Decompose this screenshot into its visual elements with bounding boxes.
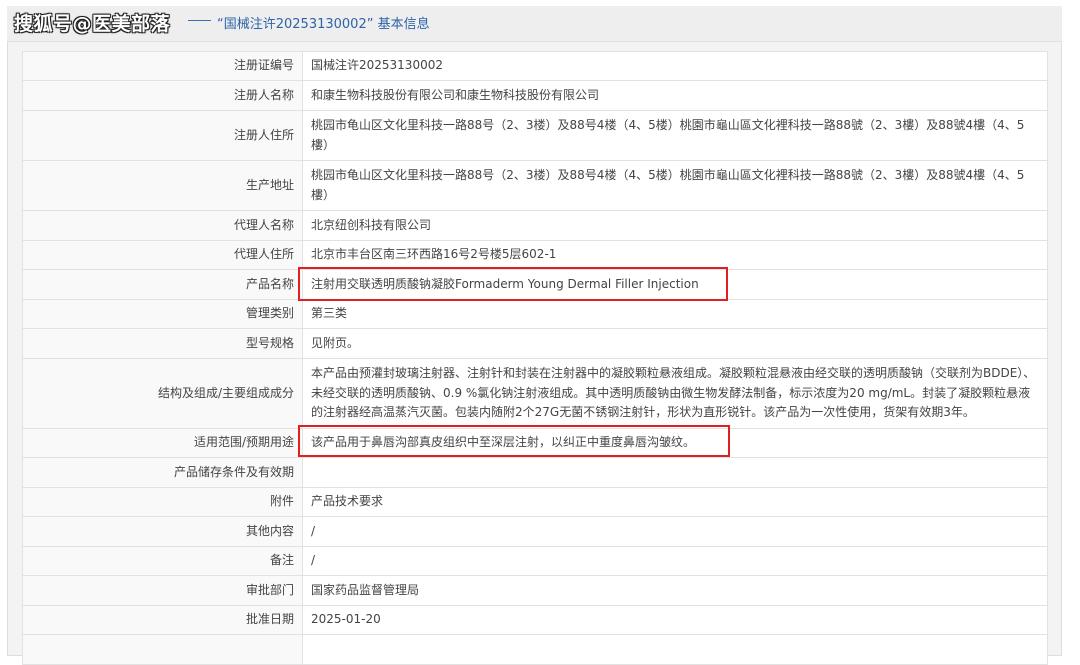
title-dash	[188, 20, 211, 21]
field-label-approval-dept: 审批部门	[22, 575, 303, 606]
field-label-blank	[22, 634, 303, 665]
field-label-composition: 结构及组成/主要组成成分	[22, 358, 303, 429]
field-label-registration-number: 注册证编号	[22, 51, 303, 81]
table-row: 产品储存条件及有效期	[22, 457, 1048, 488]
field-value-approval-dept: 国家药品监督管理局	[302, 575, 1048, 606]
table-row: 批准日期 2025-01-20	[22, 605, 1048, 635]
field-value-composition: 本产品由预灌封玻璃注射器、注射针和封装在注射器中的凝胶颗粒悬液组成。凝胶颗粒混悬…	[302, 358, 1048, 429]
field-label-other: 其他内容	[22, 516, 303, 547]
field-value-product-name: 注射用交联透明质酸钠凝胶Formaderm Young Dermal Fille…	[302, 269, 1048, 300]
field-label-management-class: 管理类别	[22, 299, 303, 329]
table-row: 代理人住所 北京市丰台区南三环西路16号2号楼5层602-1	[22, 240, 1048, 270]
table-row: 产品名称 注射用交联透明质酸钠凝胶Formaderm Young Dermal …	[22, 269, 1048, 300]
field-value-other: /	[302, 516, 1048, 547]
table-row: 型号规格 见附页。	[22, 328, 1048, 359]
field-value-remarks: /	[302, 546, 1048, 576]
field-value-approval-date: 2025-01-20	[302, 605, 1048, 635]
table-row: 附件 产品技术要求	[22, 487, 1048, 517]
registration-info-table: 注册证编号 国械注许20253130002 注册人名称 和康生物科技股份有限公司…	[22, 51, 1048, 665]
field-label-remarks: 备注	[22, 546, 303, 576]
field-value-management-class: 第三类	[302, 299, 1048, 329]
table-row: 适用范围/预期用途 该产品用于鼻唇沟部真皮组织中至深层注射，以纠正中重度鼻唇沟皱…	[22, 428, 1048, 458]
field-label-registrant-name: 注册人名称	[22, 80, 303, 111]
field-value-registrant-address: 桃园市龟山区文化里科技一路88号（2、3楼）及88号4楼（4、5楼）桃園市龜山區…	[302, 110, 1048, 161]
field-value-attachment: 产品技术要求	[302, 487, 1048, 517]
table-row: 代理人名称 北京纽创科技有限公司	[22, 210, 1048, 241]
field-label-attachment: 附件	[22, 487, 303, 517]
field-value-agent-name: 北京纽创科技有限公司	[302, 210, 1048, 241]
table-row: 结构及组成/主要组成成分 本产品由预灌封玻璃注射器、注射针和封装在注射器中的凝胶…	[22, 358, 1048, 429]
table-row: 其他内容 /	[22, 516, 1048, 547]
field-label-model-spec: 型号规格	[22, 328, 303, 359]
field-label-intended-use: 适用范围/预期用途	[22, 428, 303, 458]
field-label-production-address: 生产地址	[22, 160, 303, 211]
table-row: 注册人名称 和康生物科技股份有限公司和康生物科技股份有限公司	[22, 80, 1048, 111]
table-row: 审批部门 国家药品监督管理局	[22, 575, 1048, 606]
table-row	[22, 634, 1048, 665]
field-label-storage: 产品储存条件及有效期	[22, 457, 303, 488]
table-row: 管理类别 第三类	[22, 299, 1048, 329]
field-label-product-name: 产品名称	[22, 269, 303, 300]
table-row: 注册人住所 桃园市龟山区文化里科技一路88号（2、3楼）及88号4楼（4、5楼）…	[22, 110, 1048, 161]
field-value-agent-address: 北京市丰台区南三环西路16号2号楼5层602-1	[302, 240, 1048, 270]
table-row: 注册证编号 国械注许20253130002	[22, 51, 1048, 81]
field-label-registrant-address: 注册人住所	[22, 110, 303, 161]
field-value-model-spec: 见附页。	[302, 328, 1048, 359]
watermark-logo: 搜狐号@医美部落	[14, 13, 171, 35]
field-value-blank	[302, 634, 1048, 665]
field-label-agent-address: 代理人住所	[22, 240, 303, 270]
field-value-registration-number: 国械注许20253130002	[302, 51, 1048, 81]
field-value-intended-use: 该产品用于鼻唇沟部真皮组织中至深层注射，以纠正中重度鼻唇沟皱纹。	[302, 428, 1048, 458]
field-value-storage	[302, 457, 1048, 488]
table-row: 备注 /	[22, 546, 1048, 576]
field-value-production-address: 桃园市龟山区文化里科技一路88号（2、3楼）及88号4楼（4、5楼）桃園市龜山區…	[302, 160, 1048, 211]
table-row: 生产地址 桃园市龟山区文化里科技一路88号（2、3楼）及88号4楼（4、5楼）桃…	[22, 160, 1048, 211]
field-label-agent-name: 代理人名称	[22, 210, 303, 241]
field-value-registrant-name: 和康生物科技股份有限公司和康生物科技股份有限公司	[302, 80, 1048, 111]
field-label-approval-date: 批准日期	[22, 605, 303, 635]
page-title: “国械注许20253130002” 基本信息	[217, 17, 430, 32]
